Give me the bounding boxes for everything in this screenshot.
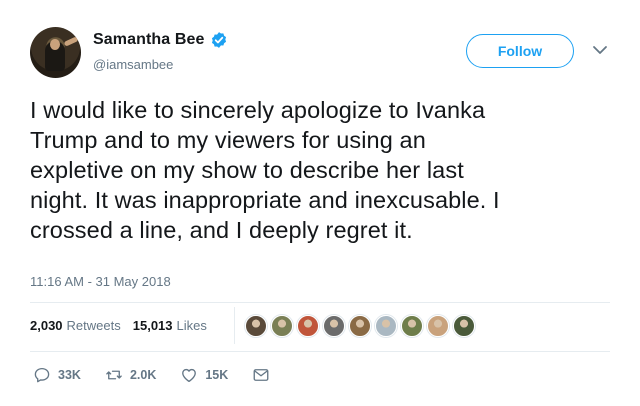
direct-message-button[interactable]: [252, 366, 270, 384]
retweets-stat[interactable]: 2,030 Retweets: [30, 318, 121, 333]
likes-label: Likes: [176, 318, 207, 333]
tweet-timestamp[interactable]: 11:16 AM - 31 May 2018: [30, 274, 171, 289]
tweet-text: I would like to sincerely apologize to I…: [30, 95, 610, 245]
liker-avatar[interactable]: [453, 315, 475, 337]
likes-count: 15,013: [132, 318, 173, 333]
retweets-label: Retweets: [66, 318, 121, 333]
reply-icon: [34, 367, 50, 383]
retweet-button[interactable]: 2.0K: [105, 366, 156, 384]
reply-button[interactable]: 33K: [33, 366, 81, 384]
liker-avatar[interactable]: [375, 315, 397, 337]
tweet-text-line: expletive on my show to describe her las…: [30, 157, 464, 183]
reply-count: 33K: [58, 368, 81, 382]
author-name-row: Samantha Bee: [93, 31, 228, 49]
heart-icon: [182, 368, 197, 383]
liker-avatar[interactable]: [245, 315, 267, 337]
avatar-face: [50, 39, 60, 50]
divider: [30, 351, 610, 352]
chevron-down-icon[interactable]: [592, 44, 608, 56]
engagement-stats: 2,030 Retweets 15,013 Likes: [30, 318, 219, 333]
liker-avatar[interactable]: [271, 315, 293, 337]
retweet-icon: [106, 370, 122, 380]
follow-button[interactable]: Follow: [466, 34, 574, 68]
tweet-text-line: I would like to sincerely apologize to I…: [30, 97, 486, 123]
like-count: 15K: [205, 368, 229, 382]
likes-stat[interactable]: 15,013 Likes: [133, 318, 207, 333]
liker-avatar[interactable]: [297, 315, 319, 337]
liker-avatar[interactable]: [323, 315, 345, 337]
author-handle[interactable]: @iamsambee: [93, 57, 173, 72]
retweets-count: 2,030: [30, 318, 63, 333]
tweet-text-line: Trump and to my viewers for using an: [30, 127, 426, 153]
liker-avatar[interactable]: [401, 315, 423, 337]
divider: [30, 302, 610, 303]
tweet-actions: 33K 2.0K 15K: [33, 366, 294, 384]
author-display-name[interactable]: Samantha Bee: [93, 31, 204, 49]
verified-badge-icon: [212, 32, 227, 48]
liker-avatar[interactable]: [349, 315, 371, 337]
like-button[interactable]: 15K: [180, 366, 228, 384]
tweet-text-line: night. It was inappropriate and inexcusa…: [30, 187, 500, 213]
direct-message-icon: [253, 369, 269, 381]
retweet-count: 2.0K: [129, 368, 157, 382]
avatar-arm: [63, 36, 79, 47]
author-avatar[interactable]: [30, 27, 81, 78]
divider: [234, 307, 235, 344]
tweet-text-line: crossed a line, and I deeply regret it.: [30, 217, 413, 243]
liker-avatars: [245, 315, 479, 337]
liker-avatar[interactable]: [427, 315, 449, 337]
